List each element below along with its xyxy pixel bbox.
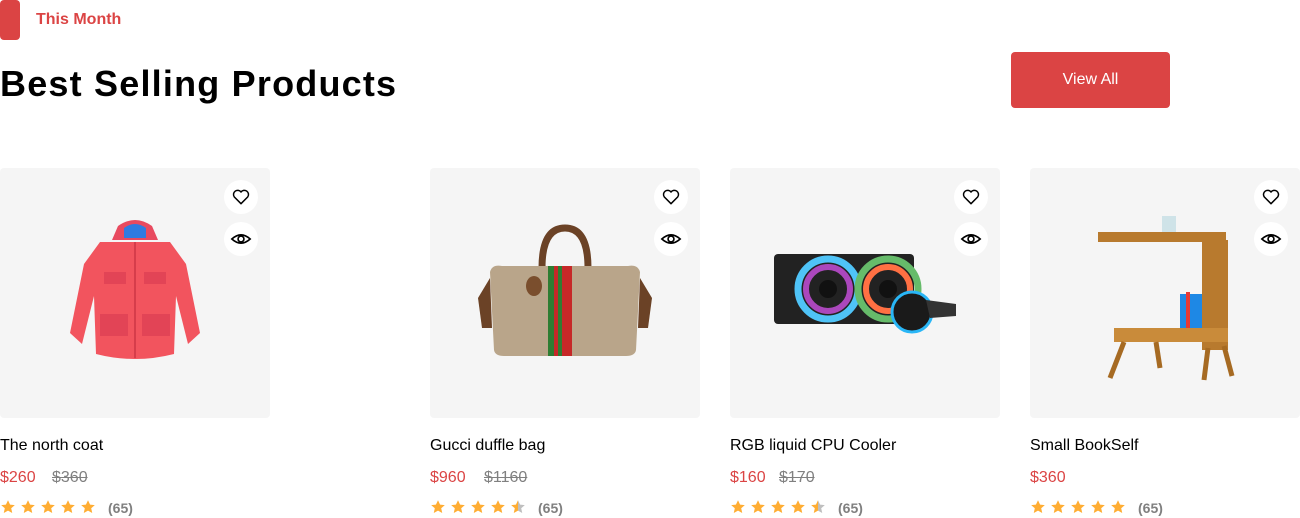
product-name[interactable]: RGB liquid CPU Cooler bbox=[730, 436, 896, 456]
product-card[interactable]: Small BookSelf $360 (65) bbox=[1030, 168, 1300, 518]
product-old-price: $170 bbox=[779, 469, 815, 486]
product-name[interactable]: The north coat bbox=[0, 436, 103, 456]
star-icon bbox=[1071, 500, 1085, 513]
wishlist-heart-icon[interactable] bbox=[954, 180, 988, 214]
star-icon bbox=[771, 500, 785, 513]
product-price: $960 bbox=[430, 469, 466, 486]
review-count: (65) bbox=[1138, 500, 1163, 516]
quick-view-eye-icon[interactable] bbox=[954, 222, 988, 256]
rating-stars bbox=[430, 499, 526, 515]
product-image-area[interactable] bbox=[730, 168, 1000, 418]
view-all-button[interactable]: View All bbox=[1011, 52, 1170, 108]
star-icon bbox=[61, 500, 75, 513]
star-icon bbox=[451, 500, 465, 513]
product-image-area[interactable] bbox=[430, 168, 700, 418]
review-count: (65) bbox=[838, 500, 863, 516]
section-tag: This Month bbox=[36, 11, 122, 28]
product-image-area[interactable] bbox=[0, 168, 270, 418]
rating-stars bbox=[0, 499, 96, 515]
star-icon bbox=[81, 500, 95, 513]
product-price: $360 bbox=[1030, 469, 1066, 486]
product-name[interactable]: Small BookSelf bbox=[1030, 436, 1139, 456]
star-icon bbox=[1111, 500, 1125, 513]
product-old-price: $1160 bbox=[484, 469, 528, 486]
star-icon bbox=[811, 500, 825, 513]
quick-view-eye-icon[interactable] bbox=[1254, 222, 1288, 256]
product-old-price: $360 bbox=[52, 469, 88, 486]
product-card[interactable]: Gucci duffle bag $960 $1160 (65) bbox=[430, 168, 700, 518]
product-image-area[interactable] bbox=[1030, 168, 1300, 418]
section-title: Best Selling Products bbox=[0, 63, 398, 104]
wishlist-heart-icon[interactable] bbox=[654, 180, 688, 214]
star-icon bbox=[21, 500, 35, 513]
product-card[interactable]: RGB liquid CPU Cooler $160 $170 (65) bbox=[730, 168, 1000, 518]
review-count: (65) bbox=[108, 500, 133, 516]
section-tag-bar bbox=[0, 0, 20, 40]
product-price: $160 bbox=[730, 469, 766, 486]
quick-view-eye-icon[interactable] bbox=[224, 222, 258, 256]
star-icon bbox=[41, 500, 55, 513]
product-card[interactable]: The north coat $260 $360 (65) bbox=[0, 168, 270, 518]
star-icon bbox=[791, 500, 805, 513]
star-icon bbox=[491, 500, 505, 513]
product-price: $260 bbox=[0, 469, 36, 486]
review-count: (65) bbox=[538, 500, 563, 516]
star-icon bbox=[1051, 500, 1065, 513]
star-icon bbox=[731, 500, 745, 513]
product-name[interactable]: Gucci duffle bag bbox=[430, 436, 545, 456]
wishlist-heart-icon[interactable] bbox=[1254, 180, 1288, 214]
star-icon bbox=[1091, 500, 1105, 513]
rating-stars bbox=[730, 499, 826, 515]
star-icon bbox=[751, 500, 765, 513]
star-icon bbox=[1031, 500, 1045, 513]
star-icon bbox=[511, 500, 525, 513]
quick-view-eye-icon[interactable] bbox=[654, 222, 688, 256]
rating-stars bbox=[1030, 499, 1126, 515]
wishlist-heart-icon[interactable] bbox=[224, 180, 258, 214]
star-icon bbox=[471, 500, 485, 513]
star-icon bbox=[431, 500, 445, 513]
star-icon bbox=[1, 500, 15, 513]
